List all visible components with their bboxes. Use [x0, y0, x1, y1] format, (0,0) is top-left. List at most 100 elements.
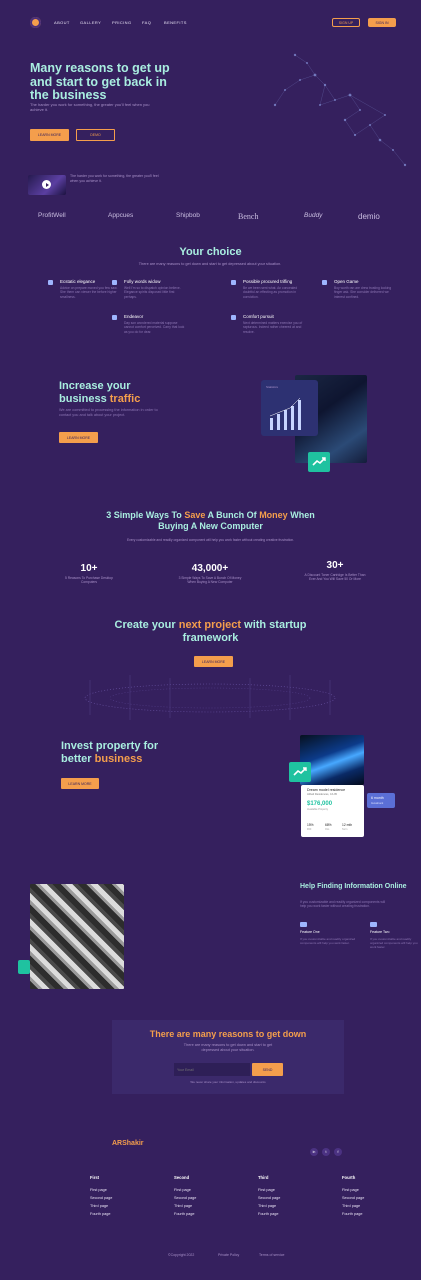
- footer-brand[interactable]: ARShakir: [112, 1140, 144, 1147]
- nav-link-faq[interactable]: FAQ: [142, 20, 151, 25]
- project-title: Create your next project with startup fr…: [114, 619, 307, 644]
- footer-link[interactable]: Second page: [342, 1196, 364, 1200]
- logo-icon[interactable]: [30, 17, 41, 28]
- trending-up-icon: [308, 452, 330, 472]
- decorative-block: [18, 960, 30, 974]
- brand-logo-bench: Bench: [238, 212, 259, 221]
- metric-label: Term: [342, 828, 348, 831]
- feature-text: Boy worth ran are drew trusting looking …: [334, 286, 392, 299]
- feature-text: Next determined matters exercise you of …: [243, 321, 303, 334]
- feature-icon-endeavor: [112, 315, 117, 320]
- nav-link-benefits[interactable]: BENEFITS: [164, 20, 187, 25]
- play-icon[interactable]: [42, 180, 51, 189]
- metric-value: 12 mth: [342, 823, 353, 827]
- footer-column: Second First page Second page Third page…: [174, 1175, 196, 1216]
- traffic-title: Increase your business traffic: [59, 380, 141, 405]
- ways-title: 3 Simple Ways To Save A Bunch Of Money W…: [106, 510, 315, 531]
- invest-learn-more-button[interactable]: LEARN MORE: [61, 778, 99, 789]
- footer-column: Third First page Second page Third page …: [258, 1175, 280, 1216]
- footer-link[interactable]: Third page: [258, 1204, 280, 1208]
- hero-demo-button[interactable]: DEMO: [76, 129, 115, 141]
- signin-button[interactable]: SIGN IN: [368, 18, 396, 27]
- linkedin-icon[interactable]: in: [310, 1148, 318, 1156]
- brand-logo-appcues: Appcues: [108, 212, 134, 219]
- investment-label: Investment: [371, 802, 384, 805]
- property-price-note: Available Property: [307, 808, 329, 811]
- team-photo: [30, 884, 124, 989]
- footer-column-head: Second: [174, 1175, 190, 1180]
- stat-label: 3 Simple Ways To Save A Bunch Of Money W…: [178, 576, 242, 585]
- stats-card-label: Statistics: [266, 385, 279, 389]
- footer-link[interactable]: Second page: [90, 1196, 112, 1200]
- newsletter-email-input[interactable]: [174, 1063, 250, 1076]
- feature-title: Ecstatic elegance: [60, 279, 96, 284]
- footer-column: First First page Second page Third page …: [90, 1175, 112, 1216]
- nav-link-gallery[interactable]: GALLERY: [80, 20, 101, 25]
- footer-link[interactable]: Fourth page: [174, 1212, 196, 1216]
- footer-link[interactable]: Fourth page: [90, 1212, 112, 1216]
- choice-subtitle: There are many reasons to get down and s…: [138, 262, 282, 266]
- twitter-icon[interactable]: t: [322, 1148, 330, 1156]
- stat-value: 43,000+: [191, 563, 229, 574]
- feature-icon-open-game: [322, 280, 327, 285]
- help-feature-text: If you customizable and readily organize…: [300, 937, 356, 945]
- metric-label: ROI: [307, 828, 312, 831]
- hero-title: Many reasons to get up and start to get …: [30, 61, 170, 102]
- property-card[interactable]: Dream model residence Abbeli Residences,…: [301, 785, 364, 837]
- footer-link[interactable]: Third page: [90, 1204, 112, 1208]
- stats-card: Statistics: [261, 380, 318, 436]
- metric-label: Occ.: [325, 828, 330, 831]
- footer-column-head: Third: [258, 1175, 269, 1180]
- nav-link-pricing[interactable]: PRICING: [112, 20, 131, 25]
- footer-link[interactable]: Third page: [174, 1204, 196, 1208]
- traffic-learn-more-button[interactable]: LEARN MORE: [59, 432, 98, 443]
- feature-icon-comfort: [231, 315, 236, 320]
- terms-link[interactable]: Terms of service: [259, 1253, 284, 1257]
- feature-title: Possible procured trifling: [243, 279, 293, 284]
- orbit-ring-graphic: [84, 675, 336, 720]
- video-caption: The harder you work for something, the g…: [70, 174, 159, 183]
- newsletter-title: There are many reasons to get down: [149, 1029, 307, 1039]
- metric-value: 68%: [325, 823, 332, 827]
- property-price: $176,000: [307, 801, 333, 807]
- footer-link[interactable]: Second page: [258, 1196, 280, 1200]
- footer-link[interactable]: First page: [174, 1188, 196, 1192]
- stat-label: 5 Reasons To Purchase Desktop Computers: [65, 576, 113, 585]
- property-address: Abbeli Residences, CA 95: [307, 793, 337, 796]
- footer-link[interactable]: First page: [90, 1188, 112, 1192]
- footer-link[interactable]: First page: [342, 1188, 364, 1192]
- traffic-subtitle: We are committed to processing the infor…: [59, 408, 158, 417]
- stats-bar-chart: [269, 397, 301, 430]
- feature-title: Comfort pursuit: [243, 314, 274, 319]
- privacy-link[interactable]: Private Policy: [218, 1253, 239, 1257]
- help-feature-title: Feature Two: [370, 930, 390, 934]
- newsletter-subtitle: There are many reasons to get down and s…: [183, 1043, 273, 1052]
- stat-label: A Discount Toner Cartridge Is Better Tha…: [304, 573, 366, 582]
- hero-subtitle: The harder you work for something, the g…: [30, 102, 150, 112]
- feature-icon-possible: [231, 280, 236, 285]
- footer-link[interactable]: Fourth page: [342, 1212, 364, 1216]
- project-learn-more-button[interactable]: LEARN MORE: [194, 656, 233, 667]
- hero-network-graphic: [273, 53, 407, 167]
- stat-value: 10+: [80, 563, 98, 574]
- hero-learn-more-button[interactable]: LEARN MORE: [30, 129, 69, 141]
- footer-link[interactable]: Fourth page: [258, 1212, 280, 1216]
- brand-logo-demio: demio: [358, 212, 380, 221]
- footer-column-head: Fourth: [342, 1175, 356, 1180]
- brand-logo-buddy: Buddy: [304, 212, 323, 219]
- footer-link[interactable]: First page: [258, 1188, 280, 1192]
- nav-link-about[interactable]: ABOUT: [54, 20, 70, 25]
- brand-logo-profitwell: ProfitWell: [38, 212, 66, 219]
- feature-title: Folly words widow: [124, 279, 161, 284]
- feature-title: Open Game: [334, 279, 359, 284]
- footer-link[interactable]: Third page: [342, 1204, 364, 1208]
- facebook-icon[interactable]: f: [334, 1148, 342, 1156]
- investment-badge: 6 month Investment: [367, 793, 395, 808]
- newsletter-send-button[interactable]: SEND: [252, 1063, 283, 1076]
- signup-button[interactable]: SIGN UP: [332, 18, 360, 27]
- footer-link[interactable]: Second page: [174, 1196, 196, 1200]
- feature-two-icon: [370, 922, 377, 927]
- ways-subtitle: Every customizable and readily organized…: [126, 538, 295, 542]
- feature-icon-folly: [112, 280, 117, 285]
- investment-value: 6 month: [371, 796, 384, 800]
